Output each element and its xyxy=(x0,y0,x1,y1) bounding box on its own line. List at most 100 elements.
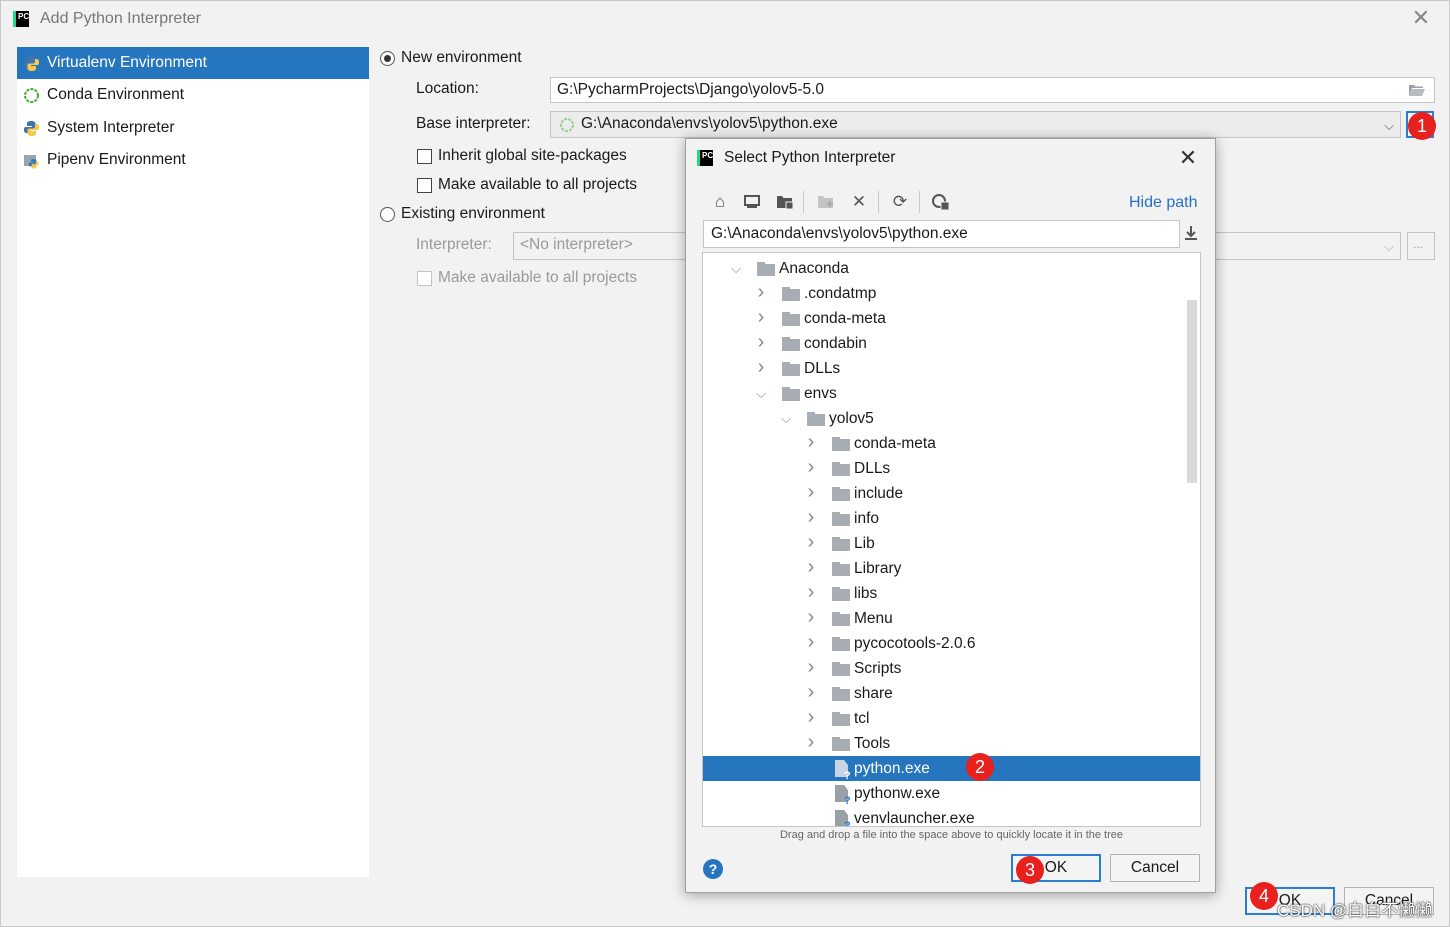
window-title: Add Python Interpreter xyxy=(40,10,201,27)
home-icon[interactable]: ⌂ xyxy=(709,191,731,213)
new-environment-radio[interactable] xyxy=(380,51,395,66)
chevron-right-icon[interactable]: › xyxy=(804,656,818,681)
chevron-right-icon[interactable]: › xyxy=(754,356,768,381)
chevron-right-icon[interactable]: › xyxy=(804,556,818,581)
folder-icon xyxy=(807,412,825,426)
tree-file-row[interactable]: ? venvlauncher.exe xyxy=(703,806,1200,826)
hide-path-link[interactable]: Hide path xyxy=(1129,194,1198,212)
chevron-right-icon[interactable]: › xyxy=(804,731,818,756)
tree-folder-row[interactable]: › include xyxy=(703,481,1200,506)
existing-environment-radio[interactable] xyxy=(380,207,395,222)
tree-folder-row[interactable]: › Tools xyxy=(703,731,1200,756)
toolbar-separator xyxy=(919,191,920,213)
tree-scrollbar[interactable] xyxy=(1187,300,1197,483)
tree-folder-row[interactable]: › conda-meta xyxy=(703,431,1200,456)
tree-folder-row[interactable]: ⌵ Anaconda xyxy=(703,256,1200,281)
show-hidden-icon[interactable] xyxy=(930,191,952,213)
folder-icon xyxy=(832,737,850,751)
chevron-down-icon[interactable]: ⌵ xyxy=(754,381,768,406)
make-available-checkbox-2 xyxy=(417,271,432,286)
location-label: Location: xyxy=(416,80,479,97)
env-item-system[interactable]: System Interpreter xyxy=(17,112,369,144)
download-icon[interactable] xyxy=(1183,224,1199,244)
chevron-right-icon[interactable]: › xyxy=(804,631,818,656)
toolbar-separator xyxy=(803,191,804,213)
location-value: G:\PycharmProjects\Django\yolov5-5.0 xyxy=(557,81,825,98)
chevron-right-icon[interactable]: › xyxy=(804,606,818,631)
env-item-pipenv[interactable]: Pipenv Environment xyxy=(17,144,369,176)
tree-folder-row[interactable]: ⌵ yolov5 xyxy=(703,406,1200,431)
tree-folder-row[interactable]: › info xyxy=(703,506,1200,531)
tree-item-label: share xyxy=(854,685,893,702)
tree-item-label: libs xyxy=(854,585,878,602)
tree-folder-row[interactable]: › Scripts xyxy=(703,656,1200,681)
tree-folder-row[interactable]: › .condatmp xyxy=(703,281,1200,306)
env-item-label: System Interpreter xyxy=(47,119,175,136)
tree-item-label: Anaconda xyxy=(779,260,849,277)
chevron-right-icon[interactable]: › xyxy=(804,706,818,731)
env-item-conda[interactable]: Conda Environment xyxy=(17,79,369,111)
folder-icon xyxy=(782,312,800,326)
base-interpreter-combo[interactable]: G:\Anaconda\envs\yolov5\python.exe ⌵ xyxy=(550,111,1401,138)
chevron-right-icon[interactable]: › xyxy=(754,331,768,356)
existing-environment-label: Existing environment xyxy=(401,205,545,222)
chevron-down-icon[interactable]: ⌵ xyxy=(779,406,793,431)
tree-folder-row[interactable]: › conda-meta xyxy=(703,306,1200,331)
new-folder-icon xyxy=(815,191,837,213)
chevron-down-icon[interactable]: ⌵ xyxy=(1384,114,1394,137)
watermark: CSDN @白白不懒懒 xyxy=(1277,901,1433,920)
tree-folder-row[interactable]: › Lib xyxy=(703,531,1200,556)
project-folder-icon[interactable] xyxy=(774,191,796,213)
delete-icon[interactable]: ✕ xyxy=(848,191,870,213)
tree-folder-row[interactable]: › share xyxy=(703,681,1200,706)
chevron-right-icon[interactable]: › xyxy=(804,531,818,556)
tree-folder-row[interactable]: › DLLs xyxy=(703,456,1200,481)
close-icon[interactable]: ✕ xyxy=(1176,145,1200,171)
step-badge-3: 3 xyxy=(1016,856,1044,884)
tree-item-label: Lib xyxy=(854,535,875,552)
tree-folder-row[interactable]: › libs xyxy=(703,581,1200,606)
chevron-right-icon[interactable]: › xyxy=(804,456,818,481)
tree-folder-row[interactable]: › DLLs xyxy=(703,356,1200,381)
tree-folder-row[interactable]: › condabin xyxy=(703,331,1200,356)
tree-folder-row[interactable]: ⌵ envs xyxy=(703,381,1200,406)
location-field[interactable]: G:\PycharmProjects\Django\yolov5-5.0 xyxy=(550,77,1435,103)
tree-folder-row[interactable]: › Library xyxy=(703,556,1200,581)
file-tree[interactable]: ⌵ Anaconda › .condatmp › conda-meta › condabin ›… xyxy=(702,252,1201,827)
chevron-right-icon[interactable]: › xyxy=(804,581,818,606)
env-item-virtualenv[interactable]: Virtualenv Environment xyxy=(17,47,369,79)
chevron-right-icon[interactable]: › xyxy=(804,431,818,456)
refresh-icon[interactable]: ⟳ xyxy=(889,191,911,213)
make-available-label: Make available to all projects xyxy=(438,176,638,193)
inherit-site-packages-checkbox[interactable] xyxy=(417,149,432,164)
interpreter-browse-button: ... xyxy=(1407,232,1435,260)
tree-item-label: Library xyxy=(854,560,902,577)
tree-folder-row[interactable]: › pycocotools-2.0.6 xyxy=(703,631,1200,656)
tree-file-row[interactable]: ? python.exe xyxy=(703,756,1200,782)
browse-folder-icon[interactable] xyxy=(1408,83,1426,97)
tree-folder-row[interactable]: › tcl xyxy=(703,706,1200,731)
path-input[interactable]: G:\Anaconda\envs\yolov5\python.exe xyxy=(703,220,1180,248)
chevron-right-icon[interactable]: › xyxy=(804,681,818,706)
chevron-right-icon[interactable]: › xyxy=(754,281,768,306)
drag-drop-hint: Drag and drop a file into the space abov… xyxy=(779,829,1124,841)
select-python-interpreter-dialog: PC Select Python Interpreter ✕ ⌂ ✕ ⟳ Hid… xyxy=(685,138,1216,893)
folder-icon xyxy=(832,437,850,451)
tree-item-label: conda-meta xyxy=(804,310,886,327)
folder-icon xyxy=(832,537,850,551)
chevron-right-icon[interactable]: › xyxy=(804,506,818,531)
env-item-label: Pipenv Environment xyxy=(47,151,186,168)
folder-icon xyxy=(832,637,850,651)
toolbar-separator xyxy=(878,191,879,213)
close-icon[interactable]: ✕ xyxy=(1409,7,1433,31)
make-available-checkbox[interactable] xyxy=(417,178,432,193)
folder-icon xyxy=(832,562,850,576)
desktop-icon[interactable] xyxy=(741,191,763,213)
chevron-down-icon[interactable]: ⌵ xyxy=(729,256,743,281)
tree-folder-row[interactable]: › Menu xyxy=(703,606,1200,631)
chevron-right-icon[interactable]: › xyxy=(804,481,818,506)
chevron-right-icon[interactable]: › xyxy=(754,306,768,331)
help-icon[interactable]: ? xyxy=(703,859,723,879)
tree-file-row[interactable]: ? pythonw.exe xyxy=(703,781,1200,807)
dialog-cancel-button[interactable]: Cancel xyxy=(1110,854,1200,882)
